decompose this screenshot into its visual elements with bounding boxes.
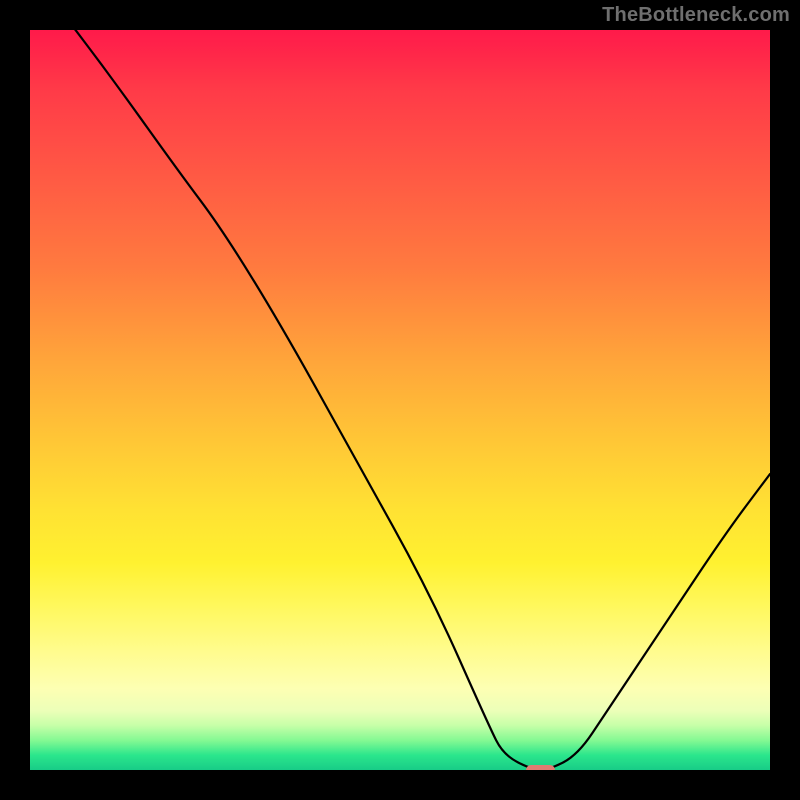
gradient-background [30,30,770,770]
plot-area [30,30,770,770]
watermark-text: TheBottleneck.com [602,4,790,27]
chart-stage: TheBottleneck.com [0,0,800,800]
optimal-marker [526,765,556,770]
